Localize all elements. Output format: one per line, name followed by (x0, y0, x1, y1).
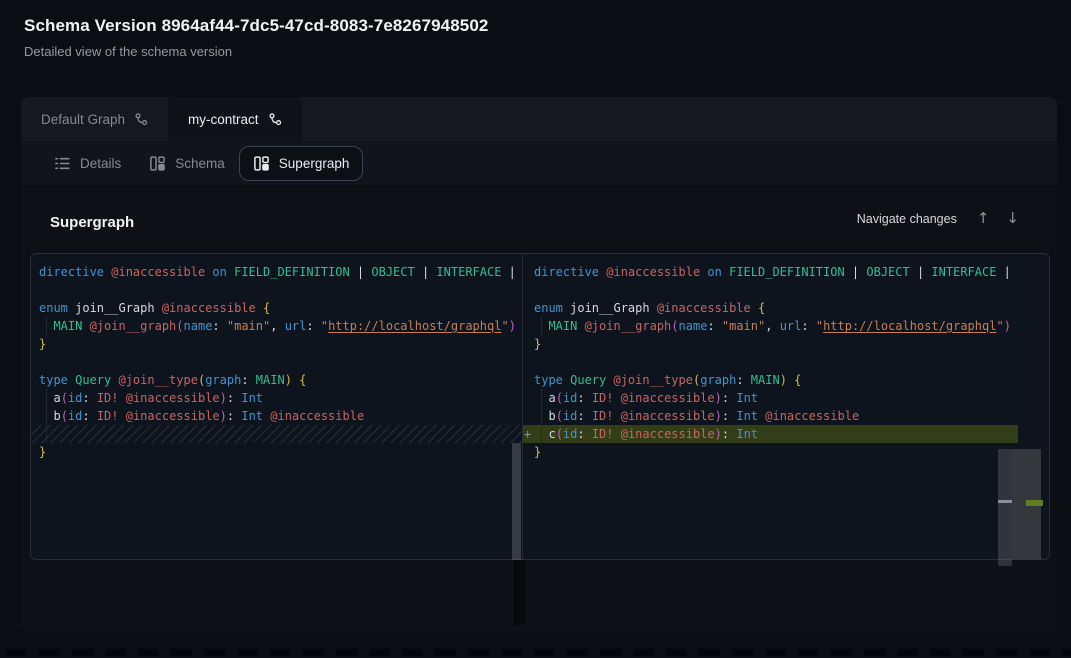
code-line: a(id: ID! @inaccessible): Int (31, 389, 522, 407)
code-line: MAIN @join__graph(name: "main", url: "ht… (31, 317, 522, 335)
supergraph-diff-editor[interactable]: directive @inaccessible on FIELD_DEFINIT… (30, 253, 1050, 560)
code-line: directive @inaccessible on FIELD_DEFINIT… (523, 263, 1049, 281)
overview-added-marker (1026, 500, 1043, 506)
code-line: } (523, 443, 1049, 461)
code-line: a(id: ID! @inaccessible): Int (523, 389, 1049, 407)
right-pane-scrollbar[interactable] (998, 449, 1012, 566)
tab-supergraph-label: Supergraph (279, 156, 350, 171)
tab-details-label: Details (80, 156, 121, 171)
code-line: } (31, 335, 522, 353)
tab-my-contract[interactable]: my-contract (168, 97, 302, 141)
diff-modified-pane[interactable]: directive @inaccessible on FIELD_DEFINIT… (523, 254, 1049, 559)
code-line: directive @inaccessible on FIELD_DEFINIT… (31, 263, 522, 281)
view-tab-bar: Details Schema Supergraph (21, 141, 1057, 185)
code-line: enum join__Graph @inaccessible { (31, 299, 522, 317)
page-subtitle: Detailed view of the schema version (24, 44, 232, 59)
variant-branch-icon (268, 112, 282, 126)
page-title: Schema Version 8964af44-7dc5-47cd-8083-7… (24, 16, 488, 36)
code-line: MAIN @join__graph(name: "main", url: "ht… (523, 317, 1049, 335)
bottom-dashed-edge (6, 649, 1071, 656)
indent-guide (46, 389, 47, 443)
tab-supergraph[interactable]: Supergraph (239, 146, 364, 181)
overview-gray-marker (998, 500, 1012, 503)
code-line: } (31, 443, 522, 461)
code-line: b(id: ID! @inaccessible): Int @inaccessi… (31, 407, 522, 425)
variant-tab-bar: Default Graph my-contract (21, 97, 1057, 141)
diff-insert-plus-marker: + (524, 425, 531, 443)
left-pane-scrollbar[interactable] (512, 443, 521, 566)
code-line (523, 353, 1049, 371)
navigate-prev-button[interactable]: ↑ (977, 211, 990, 226)
code-line: type Query @join__type(graph: MAIN) { (523, 371, 1049, 389)
tab-schema[interactable]: Schema (135, 146, 239, 181)
details-list-icon (54, 155, 71, 172)
variant-branch-icon (134, 112, 148, 126)
tab-details[interactable]: Details (40, 146, 135, 181)
tab-default-graph-label: Default Graph (41, 112, 125, 127)
navigate-changes-group: Navigate changes ↑ ↓ (857, 211, 1019, 226)
indent-guide (46, 317, 47, 335)
code-line: type Query @join__type(graph: MAIN) { (31, 371, 522, 389)
diff-original-pane[interactable]: directive @inaccessible on FIELD_DEFINIT… (31, 254, 522, 559)
code-line (31, 353, 522, 371)
supergraph-columns-icon (253, 155, 270, 172)
indent-guide (541, 317, 542, 335)
tab-my-contract-label: my-contract (188, 112, 259, 127)
code-line: } (523, 335, 1049, 353)
code-line: enum join__Graph @inaccessible { (523, 299, 1049, 317)
sash-tail-column (512, 560, 527, 625)
variant-card: Default Graph my-contract (21, 97, 1057, 632)
panel-title: Supergraph (50, 214, 134, 231)
schema-columns-icon (149, 155, 166, 172)
code-line (31, 281, 522, 299)
navigate-changes-label: Navigate changes (857, 212, 957, 226)
code-line-added: c(id: ID! @inaccessible): Int (523, 425, 1049, 443)
diff-spacer-line (31, 425, 522, 443)
tab-default-graph[interactable]: Default Graph (21, 97, 168, 141)
code-line (523, 281, 1049, 299)
navigate-next-button[interactable]: ↓ (1006, 211, 1019, 226)
code-line: b(id: ID! @inaccessible): Int @inaccessi… (523, 407, 1049, 425)
indent-guide (541, 389, 542, 443)
tab-schema-label: Schema (175, 156, 225, 171)
